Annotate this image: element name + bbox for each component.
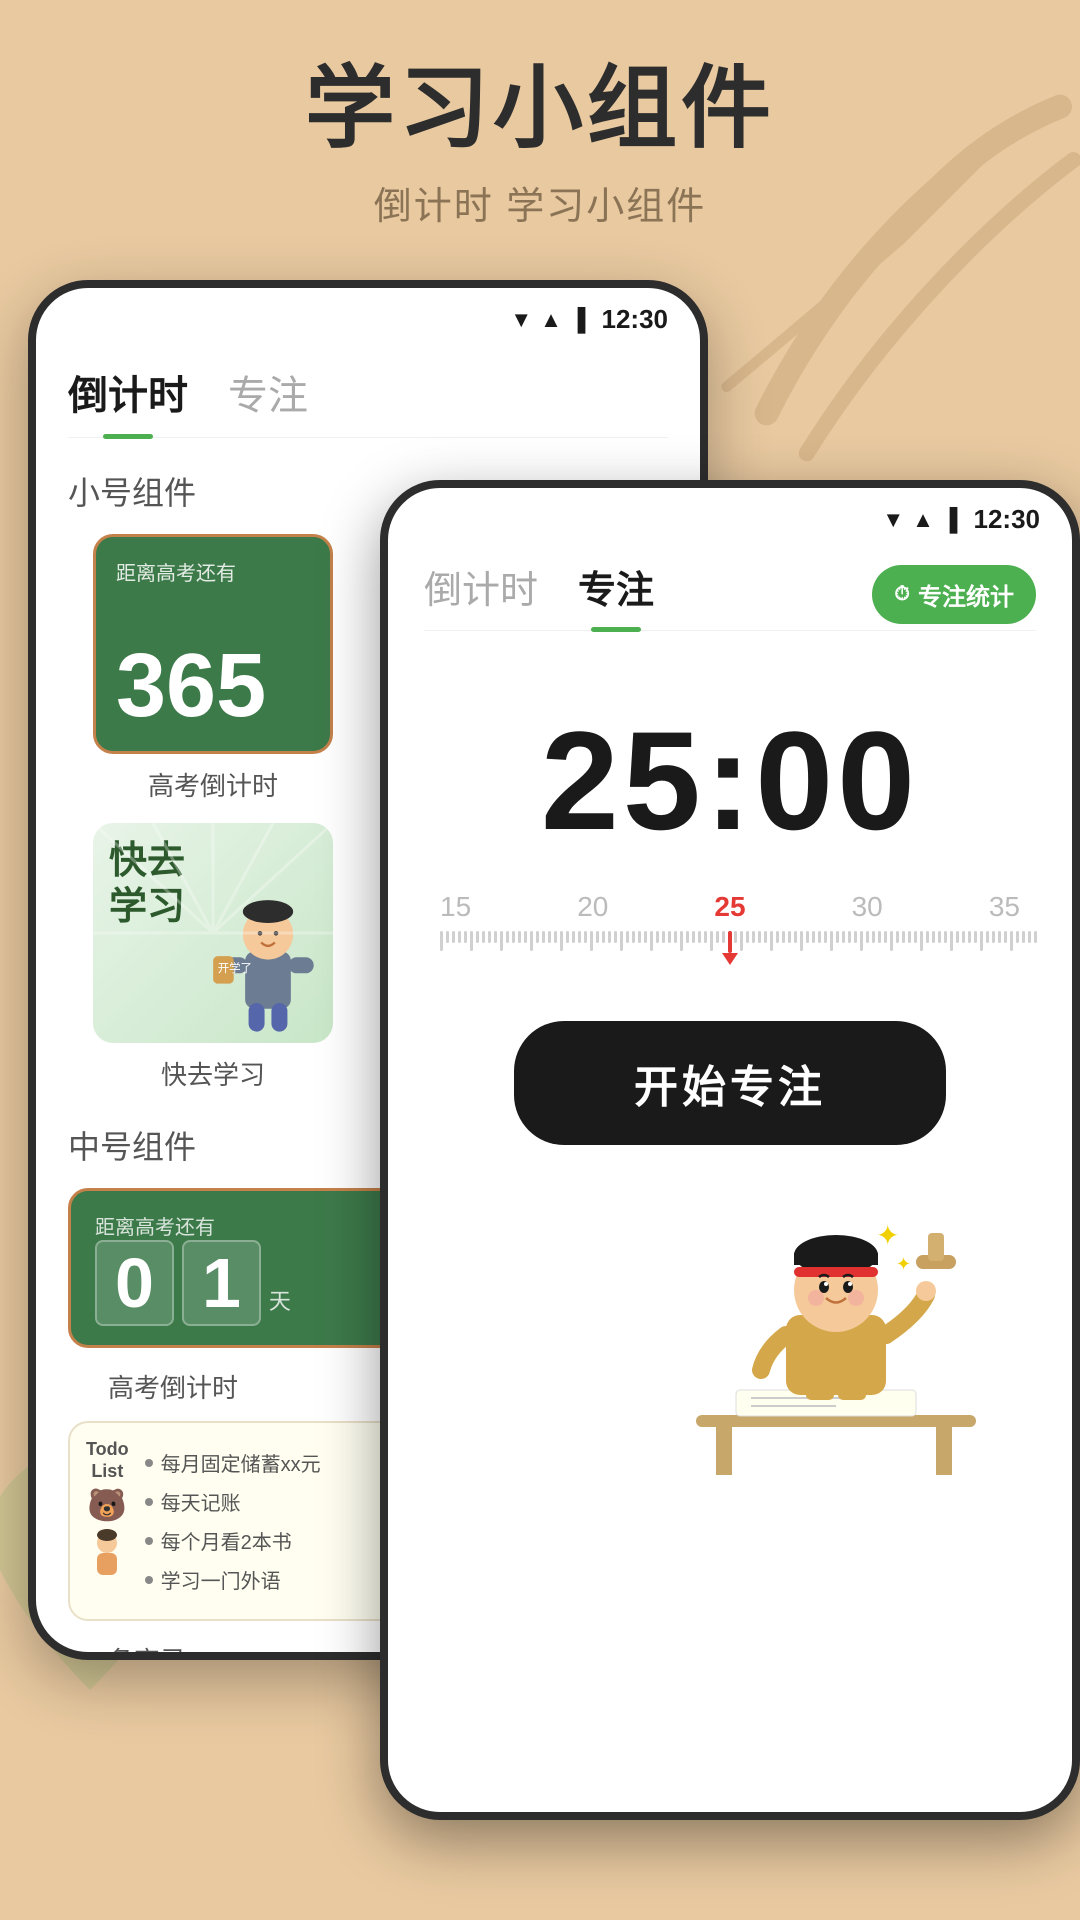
focus-stats-button[interactable]: ⏱ 专注统计 <box>872 565 1036 624</box>
signal-icon-front: ▲ <box>912 507 934 533</box>
timer-number: 25:00 <box>424 711 1036 851</box>
app-header: 学习小组件 倒计时 学习小组件 <box>0 0 1080 260</box>
widget-green-number: 365 <box>116 641 310 731</box>
svg-text:✦: ✦ <box>896 1254 911 1274</box>
widget-caption-med-countdown: 高考倒计时 <box>68 1368 238 1405</box>
status-time-front: 12:30 <box>974 504 1041 535</box>
widget-caption-gaokao1: 高考倒计时 <box>148 766 278 803</box>
ruler-label-25: 25 <box>714 891 745 923</box>
app-subtitle: 倒计时 学习小组件 <box>0 175 1080 230</box>
status-icons-back: ▼ ▲ ▐ 12:30 <box>510 304 668 335</box>
widget-caption-study: 快去学习 <box>161 1055 265 1092</box>
widget-green-365[interactable]: 距离高考还有 365 <box>93 534 333 754</box>
front-phone-content: 倒计时 专注 ⏱ 专注统计 25:00 15 20 25 <box>388 543 1072 1475</box>
start-focus-button[interactable]: 开始专注 <box>514 1021 946 1145</box>
digit-unit: 天 <box>269 1284 291 1316</box>
widget-caption-todo: 备忘录 <box>68 1641 186 1660</box>
digit-0: 0 <box>95 1240 174 1326</box>
ruler-labels: 15 20 25 30 35 <box>440 891 1020 923</box>
todo-dot-3 <box>145 1537 153 1545</box>
ruler-label-35: 35 <box>989 891 1020 923</box>
signal-icon: ▲ <box>540 307 562 333</box>
ruler-track[interactable] <box>440 931 1020 971</box>
todo-bear-icon: 🐻 <box>87 1486 127 1524</box>
status-bar-front: ▼ ▲ ▐ 12:30 <box>388 488 1072 543</box>
wifi-icon-front: ▼ <box>882 507 904 533</box>
todo-dot-2 <box>145 1498 153 1506</box>
ruler-indicator <box>722 931 738 965</box>
timer-ruler[interactable]: 15 20 25 30 35 <box>424 881 1036 1001</box>
tab-bar-front: 倒计时 专注 ⏱ 专注统计 <box>424 543 1036 631</box>
timer-display: 25:00 <box>424 671 1036 881</box>
todo-title: TodoList <box>86 1439 129 1482</box>
widget-green-label: 距离高考还有 <box>116 557 310 586</box>
wifi-icon: ▼ <box>510 307 532 333</box>
status-bar-back: ▼ ▲ ▐ 12:30 <box>36 288 700 343</box>
battery-icon: ▐ <box>570 307 586 333</box>
todo-girl-icon <box>87 1528 127 1578</box>
focus-character-svg: ✦ ✦ <box>676 1195 996 1475</box>
ruler-label-20: 20 <box>577 891 608 923</box>
tab-focus-front[interactable]: 专注 <box>578 559 654 630</box>
status-icons-front: ▼ ▲ ▐ 12:30 <box>882 504 1040 535</box>
battery-icon-front: ▐ <box>942 507 958 533</box>
widget-item-study: 快去 学习 <box>68 823 358 1092</box>
svg-text:✦: ✦ <box>876 1220 899 1251</box>
ruler-line <box>728 931 732 953</box>
tab-countdown-front[interactable]: 倒计时 <box>424 559 538 630</box>
digit-1: 1 <box>182 1240 261 1326</box>
start-btn-container: 开始专注 <box>424 1001 1036 1175</box>
todo-dot-4 <box>145 1576 153 1584</box>
phone-front: ▼ ▲ ▐ 12:30 倒计时 专注 ⏱ 专注统计 <box>380 480 1080 1820</box>
ruler-label-15: 15 <box>440 891 471 923</box>
sunburst <box>93 823 333 1043</box>
clock-icon: ⏱ <box>894 583 910 606</box>
tab-countdown-back[interactable]: 倒计时 <box>68 363 188 437</box>
ruler-arrow <box>722 953 738 965</box>
app-title: 学习小组件 <box>0 60 1080 159</box>
todo-dot-1 <box>145 1459 153 1467</box>
widget-item-gaokao1: 距离高考还有 365 高考倒计时 <box>68 534 358 803</box>
character-area: ✦ ✦ <box>424 1175 1036 1475</box>
phones-container: ▼ ▲ ▐ 12:30 倒计时 专注 小号组件 <box>0 280 1080 1760</box>
tab-focus-back[interactable]: 专注 <box>228 363 308 437</box>
status-time-back: 12:30 <box>602 304 669 335</box>
widget-study-char[interactable]: 快去 学习 <box>93 823 333 1043</box>
ruler-label-30: 30 <box>852 891 883 923</box>
todo-left: TodoList 🐻 <box>86 1439 129 1603</box>
tab-bar-back: 倒计时 专注 <box>68 343 668 438</box>
